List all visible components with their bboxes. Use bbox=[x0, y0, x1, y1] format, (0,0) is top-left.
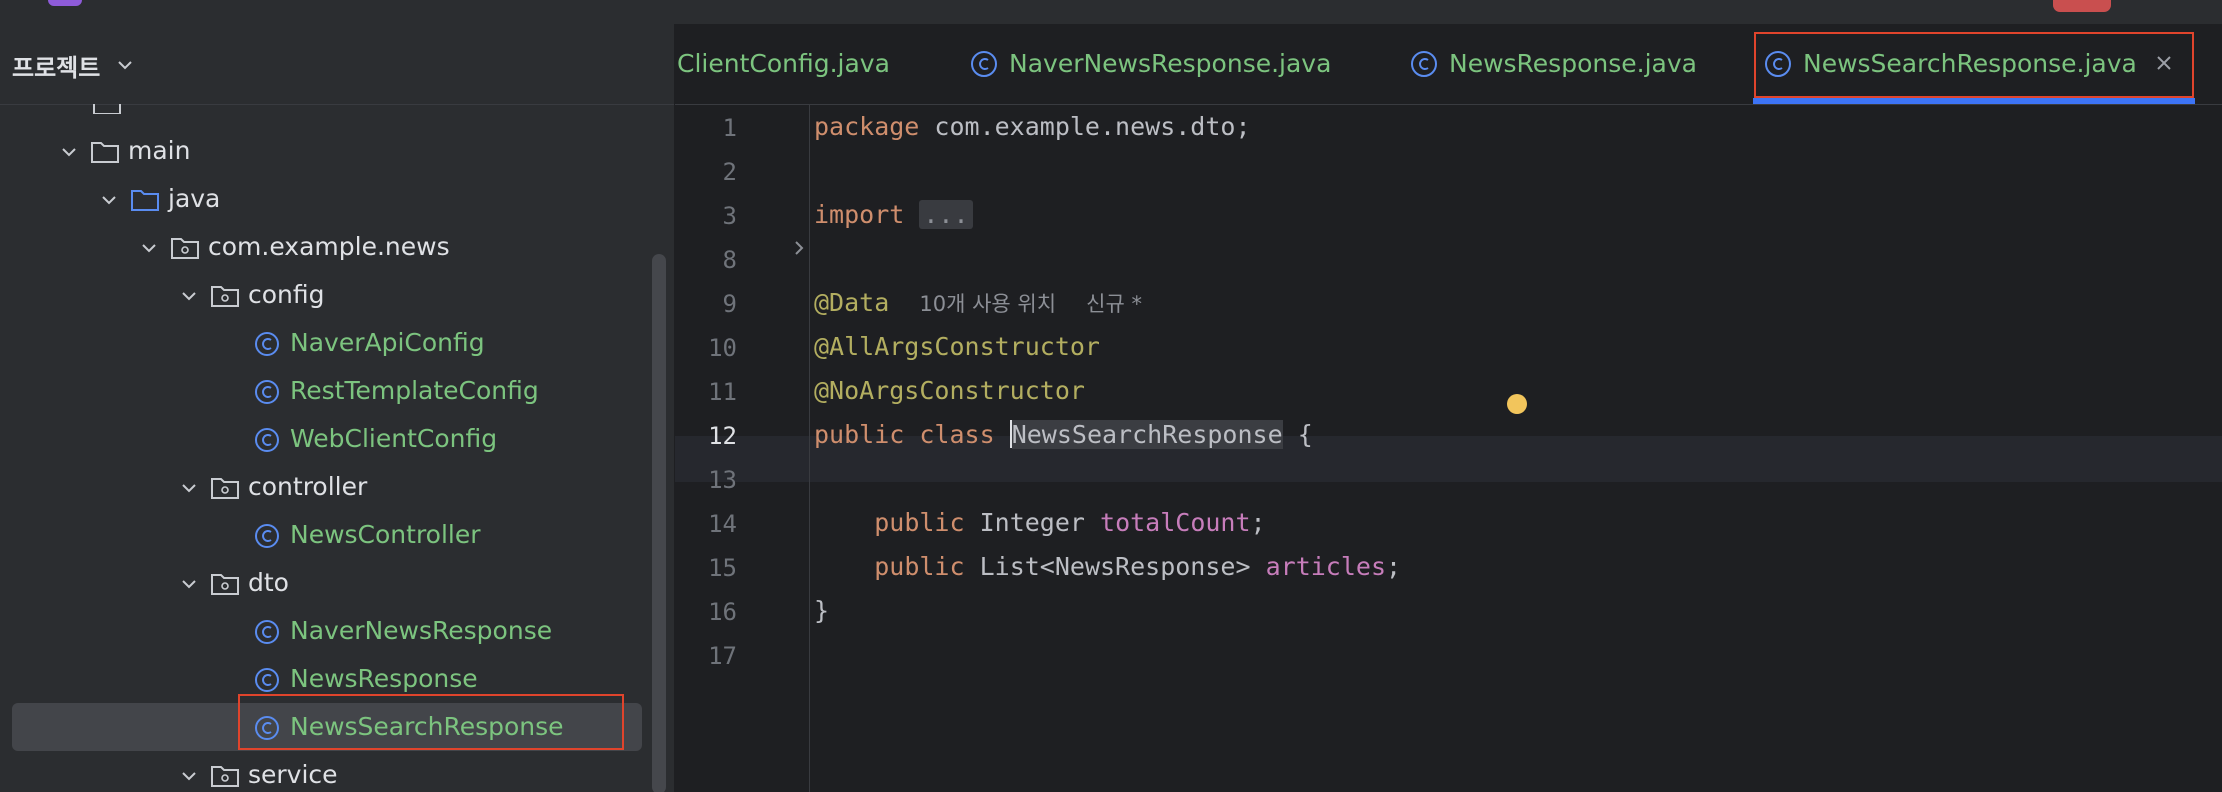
tree-row-dto[interactable]: dto bbox=[0, 560, 660, 608]
title-bar bbox=[0, 0, 2222, 25]
line-number: 12 bbox=[708, 422, 737, 450]
tab-navernewsresponse[interactable]: NaverNewsResponse.java bbox=[965, 24, 1365, 104]
package-icon bbox=[211, 478, 239, 499]
line-number: 3 bbox=[722, 202, 737, 230]
tree-row-main[interactable]: main bbox=[0, 128, 660, 176]
usage-hint[interactable]: 10개 사용 위치 bbox=[919, 292, 1056, 316]
class-icon bbox=[255, 332, 279, 356]
package-icon bbox=[211, 574, 239, 595]
editor-tab-bar: ClientConfig.java NaverNewsResponse.java… bbox=[675, 24, 2222, 105]
folded-imports[interactable]: ... bbox=[919, 200, 973, 229]
chevron-down-icon[interactable] bbox=[138, 237, 160, 259]
class-icon bbox=[971, 51, 997, 77]
package-icon bbox=[211, 766, 239, 787]
tree-row-config[interactable]: config bbox=[0, 272, 660, 320]
highlight-box-tree-item bbox=[238, 694, 624, 750]
window-control-button[interactable] bbox=[2053, 0, 2111, 12]
chevron-down-icon[interactable] bbox=[98, 189, 120, 211]
tree-item-label: config bbox=[248, 280, 325, 309]
tree-item-label: RestTemplateConfig bbox=[290, 376, 539, 405]
tree-item-label: controller bbox=[248, 472, 368, 501]
tree-item-label: dto bbox=[248, 568, 289, 597]
class-icon bbox=[255, 380, 279, 404]
line-number: 8 bbox=[722, 246, 737, 274]
code-line-3[interactable]: import ... bbox=[814, 200, 973, 229]
app-icon bbox=[48, 0, 82, 6]
line-number: 1 bbox=[722, 114, 737, 142]
tree-row-service[interactable]: service bbox=[0, 752, 660, 792]
new-hint[interactable]: 신규 * bbox=[1086, 292, 1142, 316]
chevron-down-icon[interactable] bbox=[178, 573, 200, 595]
class-icon bbox=[1411, 51, 1437, 77]
chevron-down-icon[interactable] bbox=[58, 141, 80, 163]
highlight-box-tab bbox=[1754, 32, 2194, 98]
folder-icon bbox=[91, 142, 119, 163]
line-number: 14 bbox=[708, 510, 737, 538]
gutter-separator bbox=[809, 104, 810, 792]
tree-row-newscontroller[interactable]: NewsController bbox=[0, 512, 660, 560]
lightbulb-icon[interactable] bbox=[1507, 394, 1527, 414]
tree-row-controller[interactable]: controller bbox=[0, 464, 660, 512]
tree-row-navernewsresponse[interactable]: NaverNewsResponse bbox=[0, 608, 660, 656]
tab-label: ClientConfig.java bbox=[677, 49, 890, 78]
tree-row-src[interactable] bbox=[0, 104, 660, 114]
chevron-down-icon[interactable] bbox=[178, 477, 200, 499]
line-number: 13 bbox=[708, 466, 737, 494]
package-icon bbox=[211, 286, 239, 307]
chevron-down-icon[interactable] bbox=[178, 765, 200, 787]
tab-clientconfig[interactable]: ClientConfig.java bbox=[677, 24, 937, 104]
line-number: 9 bbox=[722, 290, 737, 318]
project-panel-title[interactable]: 프로젝트 bbox=[12, 48, 100, 83]
tab-label: NaverNewsResponse.java bbox=[1009, 49, 1332, 78]
code-line-10[interactable]: @AllArgsConstructor bbox=[814, 332, 1100, 361]
class-icon bbox=[255, 428, 279, 452]
tree-row-java[interactable]: java bbox=[0, 176, 660, 224]
tree-item-label: WebClientConfig bbox=[290, 424, 498, 453]
code-line-12[interactable]: public class NewsSearchResponse { bbox=[814, 420, 1313, 449]
line-number: 11 bbox=[708, 378, 737, 406]
tree-item-label: main bbox=[128, 136, 191, 165]
package-icon bbox=[171, 238, 199, 259]
source-folder-icon bbox=[131, 190, 159, 211]
tab-label: NewsResponse.java bbox=[1449, 49, 1697, 78]
tree-item-label: java bbox=[168, 184, 221, 213]
tree-item-label: NewsResponse bbox=[290, 664, 478, 693]
chevron-right-icon[interactable] bbox=[789, 238, 809, 258]
tree-row-naverapiconfig[interactable]: NaverApiConfig bbox=[0, 320, 660, 368]
active-tab-indicator bbox=[1753, 98, 2195, 104]
code-editor[interactable]: ClientConfig.java NaverNewsResponse.java… bbox=[675, 24, 2222, 792]
code-line-15[interactable]: public List<NewsResponse> articles; bbox=[814, 552, 1401, 581]
line-number: 10 bbox=[708, 334, 737, 362]
tree-row-resttemplateconfig[interactable]: RestTemplateConfig bbox=[0, 368, 660, 416]
folder-icon bbox=[93, 104, 121, 114]
tab-newsresponse[interactable]: NewsResponse.java bbox=[1405, 24, 1725, 104]
code-line-16[interactable]: } bbox=[814, 596, 829, 625]
tree-item-label: NaverApiConfig bbox=[290, 328, 485, 357]
class-icon bbox=[255, 620, 279, 644]
tree-item-label: NaverNewsResponse bbox=[290, 616, 553, 645]
line-number: 15 bbox=[708, 554, 737, 582]
tree-row-webclientconfig[interactable]: WebClientConfig bbox=[0, 416, 660, 464]
line-number: 16 bbox=[708, 598, 737, 626]
project-panel-scrollbar[interactable] bbox=[652, 254, 666, 792]
code-line-9[interactable]: @Data 10개 사용 위치 신규 * bbox=[814, 288, 1142, 318]
project-panel: 프로젝트 main java com.example.news config Naver… bbox=[0, 24, 675, 792]
line-number: 2 bbox=[722, 158, 737, 186]
code-line-1[interactable]: package com.example.news.dto; bbox=[814, 112, 1251, 141]
class-icon bbox=[255, 668, 279, 692]
code-line-14[interactable]: public Integer totalCount; bbox=[814, 508, 1265, 537]
chevron-down-icon[interactable] bbox=[178, 285, 200, 307]
code-line-11[interactable]: @NoArgsConstructor bbox=[814, 376, 1085, 405]
line-number: 17 bbox=[708, 642, 737, 670]
project-panel-header: 프로젝트 bbox=[0, 24, 674, 105]
class-icon bbox=[255, 524, 279, 548]
tree-item-label: com.example.news bbox=[208, 232, 450, 261]
tree-row-com-example-news[interactable]: com.example.news bbox=[0, 224, 660, 272]
tree-item-label: NewsController bbox=[290, 520, 481, 549]
tree-item-label: service bbox=[248, 760, 338, 789]
chevron-down-icon[interactable] bbox=[114, 54, 136, 76]
